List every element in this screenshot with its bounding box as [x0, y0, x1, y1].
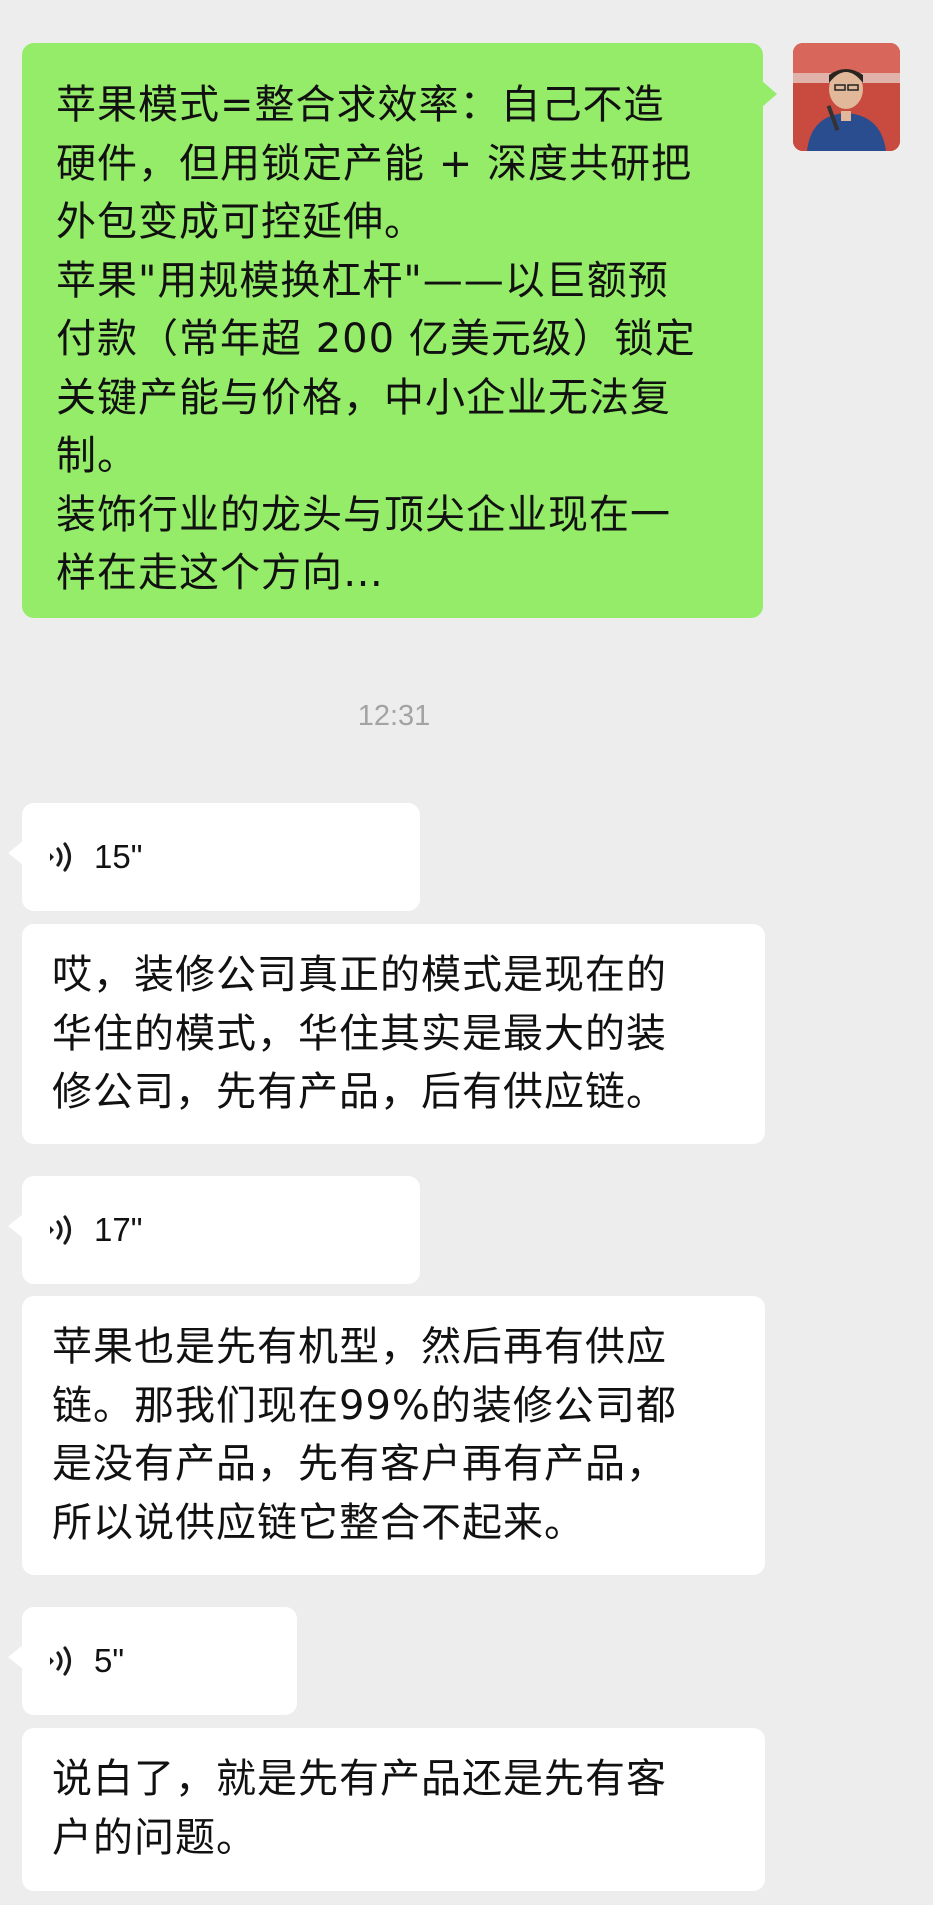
- sent-bubble-tail: [762, 81, 777, 107]
- voice-duration: 15": [94, 838, 143, 875]
- voice-wave-icon: [50, 842, 72, 872]
- voice-duration: 17": [94, 1211, 143, 1248]
- voice-duration: 5": [94, 1642, 125, 1679]
- received-message-3[interactable]: 说白了，就是先有产品还是先有客 户的问题。: [22, 1728, 765, 1891]
- voice-message-3[interactable]: 5": [8, 1607, 297, 1715]
- avatar-photo-icon: [793, 43, 900, 151]
- received-message-1[interactable]: 哎，装修公司真正的模式是现在的 华住的模式，华住其实是最大的装 修公司，先有产品…: [22, 924, 765, 1144]
- received-message-2[interactable]: 苹果也是先有机型，然后再有供应 链。那我们现在99%的装修公司都 是没有产品，先…: [22, 1296, 765, 1575]
- voice-wave-icon: [50, 1646, 72, 1676]
- received-bubble-tail: [8, 1214, 23, 1238]
- avatar[interactable]: [793, 43, 900, 151]
- received-message-text: 说白了，就是先有产品还是先有客 户的问题。: [52, 1756, 667, 1861]
- voice-message-2[interactable]: 17": [8, 1176, 420, 1284]
- received-message-text: 苹果也是先有机型，然后再有供应 链。那我们现在99%的装修公司都 是没有产品，先…: [52, 1324, 677, 1546]
- message-timestamp: 12:31: [357, 700, 431, 732]
- received-message-text: 哎，装修公司真正的模式是现在的 华住的模式，华住其实是最大的装 修公司，先有产品…: [52, 952, 667, 1115]
- received-bubble-tail: [8, 841, 23, 865]
- sent-message-text: 苹果模式=整合求效率：自己不造 硬件，但用锁定产能 + 深度共研把 外包变成可控…: [56, 82, 696, 596]
- sent-message-bubble[interactable]: 苹果模式=整合求效率：自己不造 硬件，但用锁定产能 + 深度共研把 外包变成可控…: [22, 43, 777, 618]
- received-bubble-tail: [8, 1645, 23, 1669]
- voice-wave-icon: [50, 1215, 72, 1245]
- voice-message-1[interactable]: 15": [8, 803, 420, 911]
